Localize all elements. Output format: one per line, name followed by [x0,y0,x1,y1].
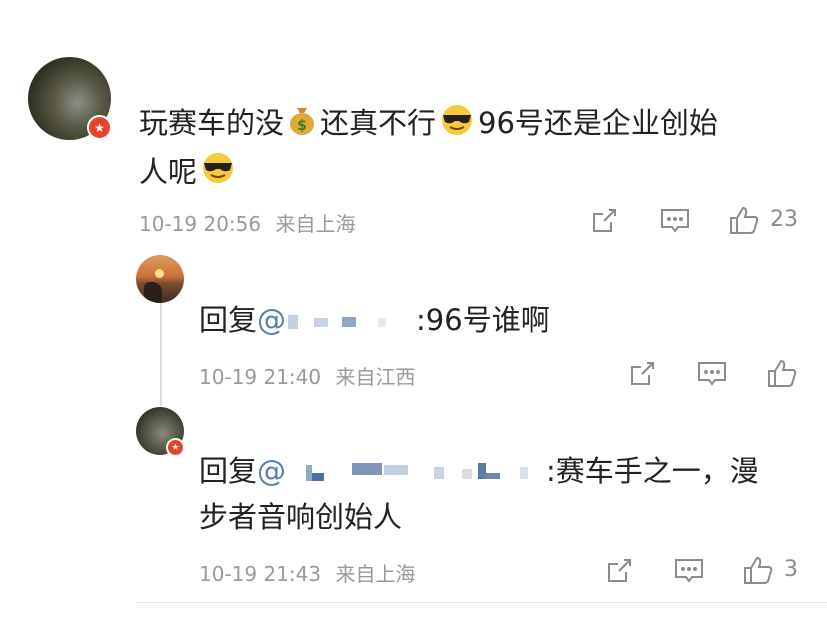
blurred-username [288,315,387,329]
comment-text: 玩赛车的没 $ 还真不行 96号还是企业创始 人呢 [139,100,809,197]
thumbs-up-icon[interactable] [766,357,798,389]
mention-at: @ [257,454,287,488]
comment-icon[interactable] [659,206,691,236]
comment-icon[interactable] [673,556,705,586]
mention-at: @ [257,303,287,337]
sunglasses-emoji [437,102,477,149]
reply-prefix: 回复 [199,303,258,337]
reply-body: :96号谁啊 [416,303,550,337]
reply-time: 10-19 21:43 [199,562,322,586]
thumbs-up-icon[interactable] [742,554,774,586]
money-bag-emoji: $ [285,102,319,149]
reply-text: 回复@ :赛车手之一，漫 步者音响创始人 [199,448,809,540]
verified-badge-icon: ★ [166,438,185,457]
divider [136,602,827,603]
blurred-username [306,463,529,481]
sunglasses-emoji [198,150,238,197]
comment-text-part: 玩赛车的没 [139,106,285,140]
reply-time: 10-19 21:40 [199,365,322,389]
like-count: 3 [784,557,798,582]
comment-icon[interactable] [696,359,728,389]
rock-image-detail [144,282,162,303]
reply-location: 来自上海 [335,562,416,586]
sun-image-detail [155,269,164,278]
share-icon[interactable] [604,556,634,586]
like-count: 23 [770,207,798,232]
svg-text:$: $ [297,118,307,134]
share-icon[interactable] [589,206,619,236]
reply-avatar[interactable] [136,255,184,303]
reply-meta: 10-19 21:43 来自上海 [199,558,415,587]
reply-body: :赛车手之一，漫 [546,454,759,488]
comment-text-part: 人呢 [139,154,198,189]
comment-location: 来自上海 [275,212,356,236]
share-icon[interactable] [627,359,657,389]
reply-prefix: 回复 [199,454,258,488]
reply-meta: 10-19 21:40 来自江西 [199,361,415,390]
mention-link[interactable]: @ [257,454,546,488]
thread-line [160,303,162,406]
comment-text-part: 还真不行 [320,106,437,140]
mention-link[interactable]: @ [257,303,416,337]
reply-body: 步者音响创始人 [199,500,403,534]
reply-location: 来自江西 [335,365,416,389]
verified-badge-icon: ★ [87,115,112,140]
thumbs-up-icon[interactable] [728,204,760,236]
reply-text: 回复@ :96号谁啊 [199,297,550,343]
comment-time: 10-19 20:56 [139,212,262,236]
comment-text-part: 96号还是企业创始 [478,106,718,140]
comment-meta: 10-19 20:56 来自上海 [139,208,355,237]
